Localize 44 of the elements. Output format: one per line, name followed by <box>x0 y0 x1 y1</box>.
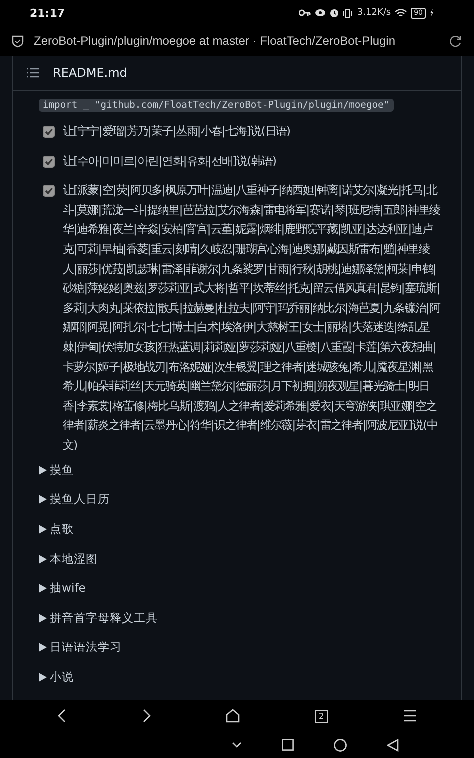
shield-icon <box>12 34 24 48</box>
back-triangle-icon[interactable] <box>387 738 399 752</box>
collapsible-section[interactable]: 本地涩图 <box>37 544 98 574</box>
collapsible-section[interactable]: 摸鱼人日历 <box>37 485 110 515</box>
collapsible-section[interactable]: 抽wife <box>37 574 86 604</box>
triangle-icon <box>39 614 47 623</box>
task-text: 让[수아|미미르|아린|연화|유화|선배]说(韩语) <box>63 152 278 170</box>
recents-icon[interactable] <box>282 739 294 751</box>
checkbox[interactable] <box>43 185 55 198</box>
triangle-icon <box>39 643 47 652</box>
triangle-icon <box>39 584 47 594</box>
eye-icon <box>315 9 326 17</box>
code-snippet: import _ "github.com/FloatTech/ZeroBot-Plugin/plugin/moegoe" <box>39 99 394 112</box>
refresh-icon[interactable] <box>449 34 462 48</box>
chevron-down-icon[interactable] <box>232 742 242 748</box>
triangle-icon <box>39 672 47 682</box>
checkbox[interactable] <box>43 156 55 168</box>
triangle-icon <box>39 554 47 564</box>
triangle-icon <box>39 466 47 475</box>
home-icon[interactable] <box>226 709 240 723</box>
key-icon <box>299 9 312 17</box>
checkbox[interactable] <box>43 126 55 138</box>
triangle-icon <box>39 524 47 534</box>
collapsible-section[interactable]: 小说 <box>37 662 74 692</box>
home-circle-icon[interactable] <box>334 738 347 752</box>
collapsible-section[interactable]: 点歌 <box>37 514 74 544</box>
task-text: 让[派蒙|空|荧|阿贝多|枫原万叶|温迪|八重神子|纳西妲|钟离|诺艾尔|凝光|托马|北斗|莫娜|荒泷一斗|提纳里|芭芭拉|艾尔海森|雷电将军|赛诺|琴|班尼特|五郎|神里绫华|迪希雅|夜兰|辛焱|安柏|宵宫|云堇|妮露|烟绯|鹿野院平藏|凯亚|达达利亚|迪卢克|可莉|早柚|香菱|重云|刻晴|久岐忍|珊瑚宫心海|迪奥娜|戴因斯雷布|魈|神里绫人|丽莎|优菈|凯瑟琳|雷泽|菲谢尔|九条裟罗|甘雨|行秋|胡桃|迪娜泽黛|柯莱|申鹤|砂糖|萍姥姥|奥兹|罗莎莉亚|式大将|哲平|坎蒂丝|托克|留云借风真君|昆钧|塞琉斯|多莉|大肉丸|莱依拉|散兵|拉赫曼|杜拉夫|阿守|玛乔丽|纳比尔|海芭夏|九条镰治|阿娜耶|阿晃|阿扎尔|七七|博士|白术|埃洛伊|大慈树王|女士|丽塔|失落迷迭|缭乱星棘|伊甸|伏特加女孩|狂热蓝调|莉莉娅|萝莎莉娅|八重樱|八重霞|卡莲|第六夜想曲|卡萝尔|姬子|极地战刃|布洛妮娅|次生银翼|理之律者|迷城骇兔|希儿|魇夜星渊|黑希儿|帕朵菲莉丝|天元骑英|幽兰黛尔|德丽莎|月下初拥|朔夜观星|暮光骑士|明日香|李素裳|格蕾修|梅比乌斯|渡鸦|人之律者|爱莉希雅|爱衣|天穹游侠|琪亚娜|空之律者|薪炎之律者|云墨丹心|符华|识之律者|维尔薇|芽衣|雷之律者|阿波尼亚]说(中文) <box>63 182 442 454</box>
charging-icon <box>430 9 434 17</box>
triangle-icon <box>39 495 47 504</box>
collapsible-section[interactable]: 摸鱼 <box>37 456 74 486</box>
menu-icon[interactable] <box>402 710 417 722</box>
forward-icon[interactable] <box>142 709 152 723</box>
tabs-button[interactable]: 2 <box>315 710 328 722</box>
list-icon[interactable] <box>27 68 39 78</box>
clock-time: 21:17 <box>30 6 66 20</box>
file-name: README.md <box>53 66 128 80</box>
task-text: 让[宁宁|爱瑠|芳乃|茉子|丛雨|小春|七海]说(日语) <box>63 123 292 140</box>
collapsible-section[interactable]: 拼音首字母释义工具 <box>37 603 158 634</box>
network-speed: 3.12K/s <box>357 8 392 18</box>
alarm-icon <box>330 8 340 18</box>
vibrate-icon <box>343 8 354 18</box>
wifi-icon <box>395 8 408 18</box>
back-icon[interactable] <box>57 709 68 723</box>
collapsible-section[interactable]: 日语语法学习 <box>37 633 122 663</box>
